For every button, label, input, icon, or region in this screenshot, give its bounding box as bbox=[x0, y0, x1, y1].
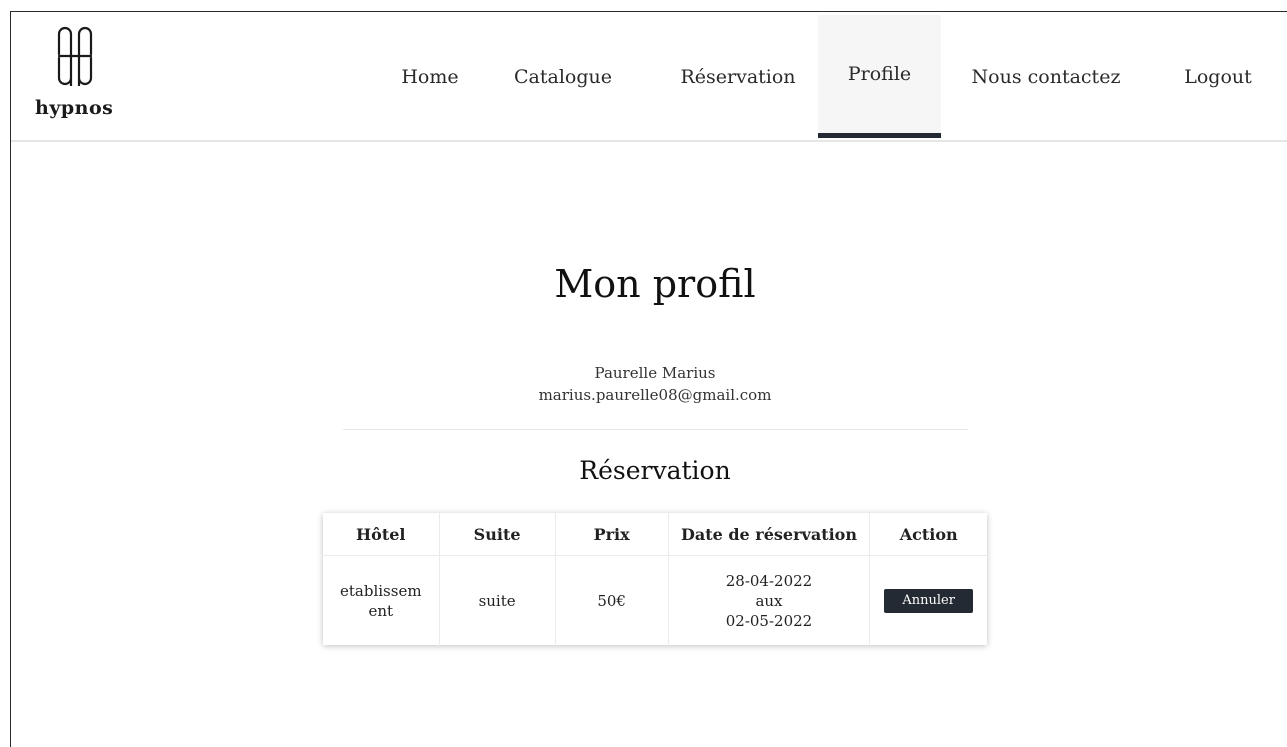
page-title: Mon profil bbox=[554, 262, 756, 306]
table-header-row: Hôtel Suite Prix Date de réservation Act… bbox=[323, 513, 987, 556]
nav-item-logout[interactable]: Logout bbox=[1168, 15, 1268, 138]
column-header-suite: Suite bbox=[438, 513, 556, 556]
window-top-margin bbox=[0, 0, 1287, 11]
column-header-action: Action bbox=[869, 513, 987, 556]
nav-item-catalogue[interactable]: Catalogue bbox=[503, 15, 623, 138]
date-separator: aux bbox=[755, 592, 783, 610]
nav-item-reservation[interactable]: Réservation bbox=[663, 15, 813, 138]
nav-item-profile[interactable]: Profile bbox=[818, 15, 941, 138]
user-email: marius.paurelle08@gmail.com bbox=[538, 386, 772, 404]
column-header-price: Prix bbox=[554, 513, 669, 556]
cell-suite: suite bbox=[438, 555, 556, 646]
date-from: 28-04-2022 bbox=[725, 572, 813, 590]
section-divider bbox=[343, 429, 968, 430]
reservations-table: Hôtel Suite Prix Date de réservation Act… bbox=[323, 513, 987, 646]
main-nav: Home Catalogue Réservation Profile Nous … bbox=[11, 12, 1287, 140]
cell-date: 28-04-2022 aux 02-05-2022 bbox=[667, 555, 870, 646]
table-row: etablissem ent suite 50€ 28-04-2022 aux 0… bbox=[323, 555, 987, 647]
date-to: 02-05-2022 bbox=[725, 612, 813, 630]
user-name: Paurelle Marius bbox=[594, 364, 716, 382]
cell-price: 50€ bbox=[554, 555, 669, 646]
nav-item-home[interactable]: Home bbox=[385, 15, 475, 138]
column-header-date: Date de réservation bbox=[667, 513, 870, 556]
site-header: hypnos Home Catalogue Réservation Profil… bbox=[11, 12, 1287, 142]
reservations-title: Réservation bbox=[579, 456, 731, 485]
cell-hotel-line1: etablissem bbox=[340, 582, 422, 600]
cell-action: Annuler bbox=[869, 555, 987, 646]
reservations-table-card: Hôtel Suite Prix Date de réservation Act… bbox=[323, 513, 987, 646]
column-header-hotel: Hôtel bbox=[323, 513, 440, 556]
nav-item-contact[interactable]: Nous contactez bbox=[956, 15, 1136, 138]
cell-hotel: etablissem ent bbox=[323, 556, 439, 647]
cancel-reservation-button[interactable]: Annuler bbox=[884, 589, 973, 613]
cell-hotel-line2: ent bbox=[368, 602, 394, 620]
